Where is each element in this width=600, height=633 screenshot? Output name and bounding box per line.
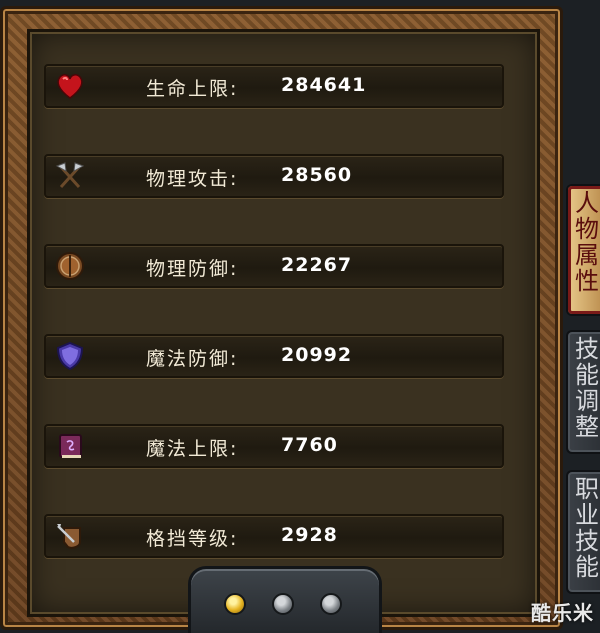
stat-row-physical-attack: 物理攻击: 28560 (44, 154, 504, 198)
magic-shield-icon (56, 341, 84, 371)
page-dot-3[interactable] (320, 593, 342, 615)
stat-label: 物理攻击: (146, 168, 239, 190)
tab-char: 能 (575, 553, 599, 581)
page-dot-1[interactable] (224, 593, 246, 615)
tab-char: 业 (575, 501, 599, 529)
axe-icon (55, 162, 85, 189)
tab-char: 人 (575, 189, 599, 217)
stat-row-block-level: 格挡等级: 2928 (44, 514, 504, 558)
stat-row-max-hp: 生命上限: 284641 (44, 64, 504, 108)
stat-row-magic-defense: 魔法防御: 20992 (44, 334, 504, 378)
stat-label: 物理防御: (146, 258, 239, 280)
tab-char: 物 (575, 215, 599, 243)
tab-char: 属 (575, 241, 599, 269)
tab-skill-adjust[interactable]: 技 能 调 整 (566, 330, 600, 454)
shield-icon (56, 252, 84, 280)
page-indicator (188, 566, 382, 633)
stat-value: 284641 (281, 74, 367, 96)
tab-character-attributes[interactable]: 人 物 属 性 (566, 184, 600, 316)
stat-label: 生命上限: (146, 78, 239, 100)
stat-value: 22267 (281, 254, 353, 276)
block-icon (57, 524, 81, 549)
stat-value: 20992 (281, 344, 353, 366)
stat-value: 28560 (281, 164, 353, 186)
tab-char: 性 (575, 267, 599, 295)
stat-label: 魔法防御: (146, 348, 239, 370)
stat-label: 格挡等级: (146, 528, 239, 550)
tab-char: 整 (575, 413, 599, 441)
stat-value: 2928 (281, 524, 338, 546)
tab-char: 技 (575, 527, 599, 555)
watermark: 酷乐米 (531, 601, 594, 625)
stat-row-max-mana: 魔法上限: 7760 (44, 424, 504, 468)
tab-char: 调 (575, 387, 599, 415)
heart-icon (57, 74, 83, 99)
stat-label: 魔法上限: (146, 438, 239, 460)
stat-value: 7760 (281, 434, 338, 456)
tab-char: 技 (575, 335, 599, 363)
tab-char: 职 (575, 475, 599, 503)
tab-job-skills[interactable]: 职 业 技 能 (566, 470, 600, 594)
tab-char: 能 (575, 361, 599, 389)
stat-row-physical-defense: 物理防御: 22267 (44, 244, 504, 288)
stats-list: 生命上限: 284641 物理攻击: 28560 物理防御: 22267 魔法防… (44, 64, 504, 604)
spellbook-icon (59, 434, 82, 458)
page-dot-2[interactable] (272, 593, 294, 615)
